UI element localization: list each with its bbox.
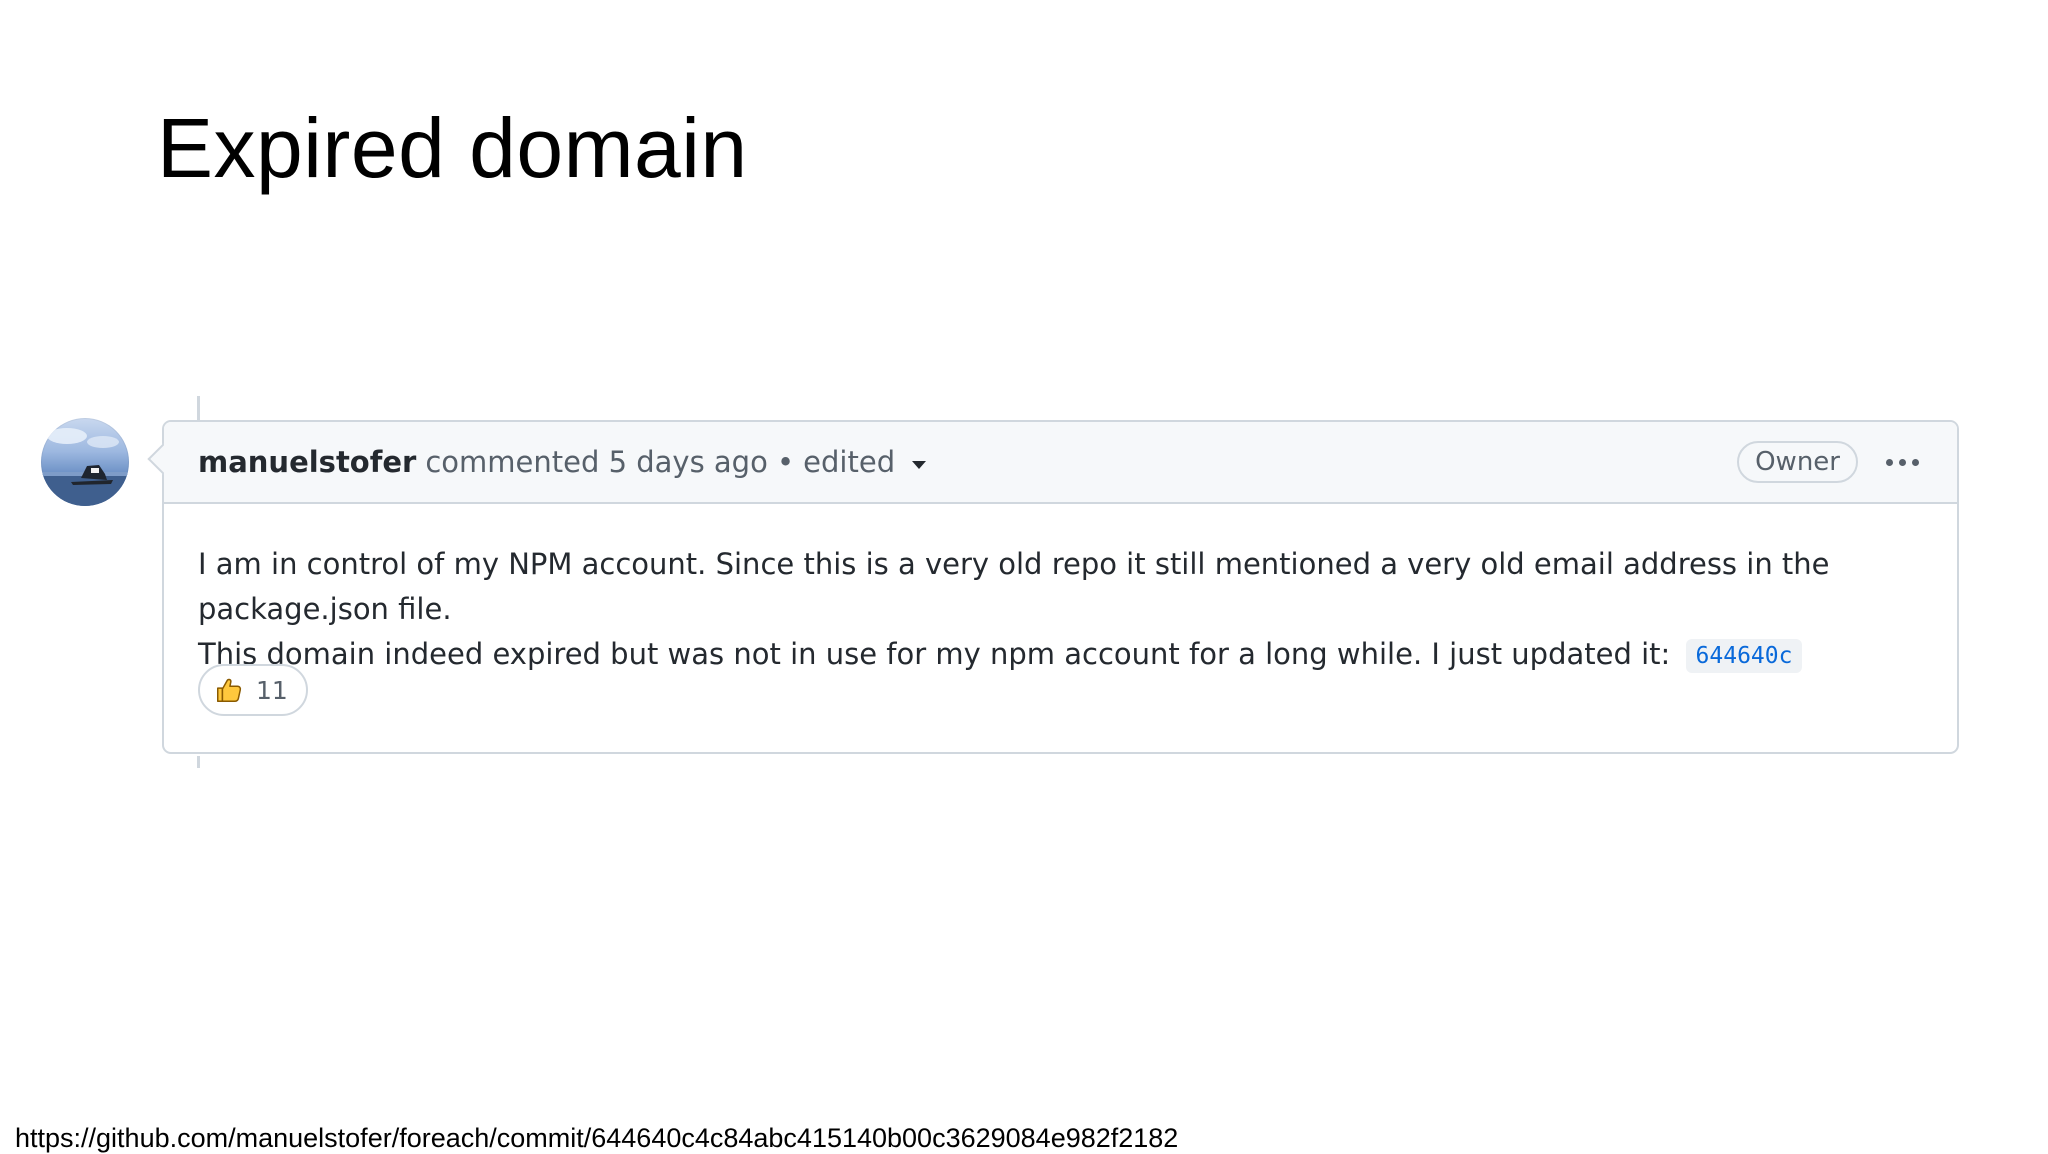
commit-link[interactable]: 644640c: [1685, 639, 1803, 673]
reaction-thumbs-up[interactable]: 11: [198, 664, 308, 716]
timeline-line-top: [197, 396, 200, 420]
caret-down-icon: [912, 461, 927, 469]
reaction-count: 11: [256, 675, 288, 705]
comment-body-line2: This domain indeed expired but was not i…: [198, 632, 1923, 677]
slide-title: Expired domain: [157, 101, 748, 195]
comment-body-line1: I am in control of my NPM account. Since…: [198, 547, 1830, 626]
comment-body-line2-text: This domain indeed expired but was not i…: [198, 637, 1671, 671]
timeline-line-bottom: [197, 756, 200, 768]
comment-body: I am in control of my NPM account. Since…: [164, 504, 1957, 677]
edited-label: edited: [803, 445, 896, 479]
edited-dropdown[interactable]: edited: [794, 445, 927, 479]
comment-box: manuelstofer commented 5 days ago • edit…: [147, 420, 1959, 754]
source-url: https://github.com/manuelstofer/foreach/…: [15, 1123, 1179, 1153]
owner-badge: Owner: [1737, 441, 1858, 483]
avatar-image: [41, 428, 129, 506]
comment-timestamp[interactable]: commented 5 days ago •: [425, 445, 794, 479]
thumbs-up-icon: [214, 675, 244, 705]
comment-header: manuelstofer commented 5 days ago • edit…: [164, 422, 1957, 504]
comment-author[interactable]: manuelstofer: [198, 445, 416, 479]
avatar[interactable]: [41, 418, 129, 506]
more-options-icon[interactable]: [1882, 453, 1923, 472]
